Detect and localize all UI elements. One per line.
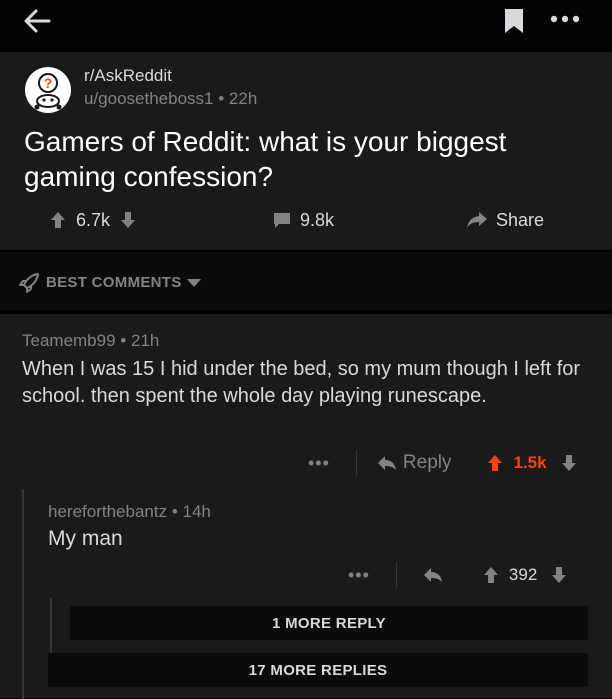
comment-action-bar: ••• Reply 1.5k [308,448,577,478]
meta-separator: • [171,502,183,521]
more-options-icon[interactable] [548,8,582,30]
comment-meta: Teamemb99 • 21h [22,331,159,351]
post-score: 6.7k [76,209,111,230]
upvote-icon[interactable] [483,566,499,584]
reply-button[interactable]: Reply [377,452,452,474]
comment-author[interactable]: Teamemb99 [22,331,116,350]
comment-body: When I was 15 I hid under the bed, so my… [22,358,581,407]
post-title[interactable]: Gamers of Reddit: what is your biggest g… [24,124,594,194]
comment-age: 21h [130,331,160,350]
reply-score: 392 [508,565,538,584]
comment-sort-bar[interactable]: BEST COMMENTS [0,252,612,310]
post-comments-button[interactable]: 9.8k [272,202,334,238]
comment-more-icon[interactable]: ••• [308,453,330,474]
subreddit-avatar-icon[interactable]: ? [24,66,72,114]
comments-section: Teamemb99 • 21h When I was 15 I hid unde… [0,314,612,699]
more-replies-button[interactable]: 17 MORE REPLIES [48,653,588,687]
thread-line[interactable] [22,489,24,699]
reply-more-icon[interactable]: ••• [348,565,370,586]
post-author[interactable]: u/goosetheboss1 [84,89,214,108]
divider [395,562,397,588]
reply-icon[interactable] [423,567,443,583]
sort-label[interactable]: BEST COMMENTS [46,274,182,291]
post-action-bar: 6.7k 9.8k Share [0,202,612,238]
one-more-reply-button[interactable]: 1 MORE REPLY [70,606,588,640]
comment-icon [274,213,290,228]
share-button[interactable]: Share [466,202,544,238]
downvote-icon[interactable] [551,566,567,584]
meta-separator: • [218,89,229,108]
comment-score: 1.5k [513,453,547,472]
reply-author[interactable]: hereforthebantz [48,502,167,521]
post-comment-count: 9.8k [300,209,335,230]
downvote-icon[interactable] [120,211,136,229]
reply-label: Reply [402,452,452,473]
reply-icon [377,456,396,470]
chevron-down-icon[interactable] [186,278,202,288]
meta-separator: • [120,331,131,350]
share-icon [467,212,487,228]
top-bar [0,0,612,48]
bookmark-icon[interactable] [501,7,527,35]
post-age: 22h [228,89,258,108]
post-card: ? r/AskReddit u/goosetheboss1 • 22h Game… [0,52,612,250]
upvote-icon[interactable] [487,454,503,472]
reply-meta: hereforthebantz • 14h [48,502,211,522]
reply-age: 14h [182,502,211,521]
post-meta: u/goosetheboss1 • 22h [84,89,257,109]
reply-action-bar: ••• 392 [348,560,567,590]
reply-body: My man [48,527,123,550]
share-label: Share [496,209,545,230]
subreddit-name[interactable]: r/AskReddit [84,66,172,86]
thread-line[interactable] [50,598,52,658]
back-arrow-icon[interactable] [22,6,52,36]
downvote-icon[interactable] [561,454,577,472]
rocket-icon [19,273,39,293]
upvote-icon[interactable] [50,211,66,229]
svg-text:?: ? [44,75,53,91]
post-vote-group: 6.7k [50,202,136,238]
divider [355,450,357,476]
